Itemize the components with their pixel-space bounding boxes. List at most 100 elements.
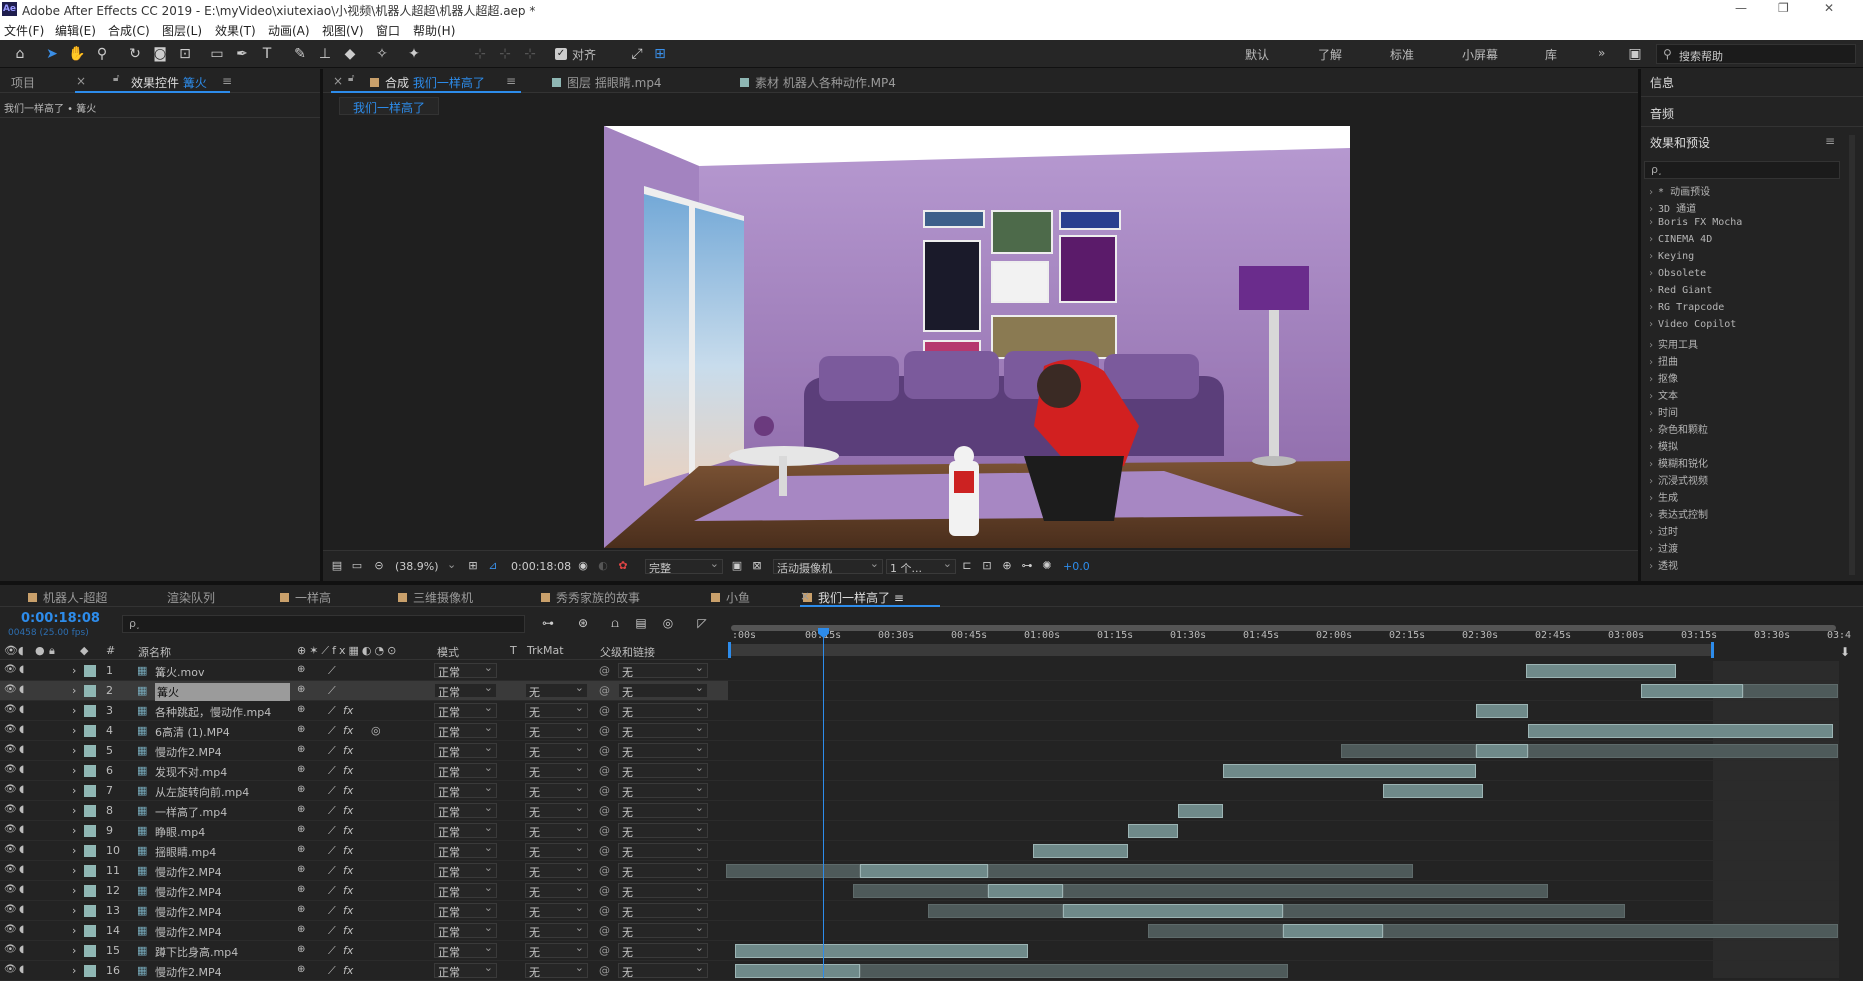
snap-option-icon[interactable]: ⤢ bbox=[627, 44, 647, 64]
layer-duration-bar[interactable] bbox=[860, 964, 1288, 978]
pick-whip-icon[interactable]: @ bbox=[599, 684, 610, 697]
timeline-track[interactable] bbox=[726, 861, 1839, 881]
collapse-switch-icon[interactable]: ⊕ bbox=[297, 764, 305, 775]
quality-switch-icon[interactable]: ⟋ bbox=[328, 944, 336, 958]
rectangle-tool-icon[interactable]: ▭ bbox=[207, 44, 227, 64]
quality-switch-icon[interactable]: ⟋ bbox=[328, 704, 336, 718]
layer-duration-bar[interactable] bbox=[988, 884, 1063, 898]
blend-mode-dropdown[interactable]: 正常 bbox=[434, 881, 497, 899]
brush-tool-icon[interactable]: ✎ bbox=[290, 44, 310, 64]
timeline-track[interactable] bbox=[728, 681, 1839, 701]
parent-dropdown[interactable]: 无 bbox=[618, 821, 708, 839]
draft-3d-icon[interactable]: ⊛ bbox=[573, 613, 593, 633]
effects-switch-icon[interactable]: fx bbox=[343, 844, 353, 857]
effects-category-item[interactable]: › Video Copilot bbox=[1648, 319, 1736, 330]
layer-name[interactable]: 慢动作2.MP4 bbox=[155, 744, 222, 760]
axis-view-icon[interactable]: ⊹ bbox=[520, 44, 540, 64]
timeline-tab[interactable]: 我们一样高了 ≡ bbox=[803, 589, 904, 606]
time-ruler[interactable]: :00s00:15s00:30s00:45s01:00s01:15s01:30s… bbox=[728, 622, 1851, 660]
rotate-tool-icon[interactable]: ↻ bbox=[125, 44, 145, 64]
show-snapshot-icon[interactable]: ◐ bbox=[593, 556, 613, 576]
selection-tool-icon[interactable]: ➤ bbox=[42, 44, 62, 64]
menu-animation[interactable]: 动画(A) bbox=[268, 22, 310, 39]
effects-category-item[interactable]: › Obsolete bbox=[1648, 268, 1706, 279]
collapse-switch-icon[interactable]: ⊕ bbox=[297, 784, 305, 795]
trkmat-dropdown[interactable]: 无 bbox=[525, 901, 588, 919]
effects-category-item[interactable]: › 过时 bbox=[1648, 523, 1678, 538]
layer-duration-bar[interactable] bbox=[1178, 804, 1223, 818]
quality-switch-icon[interactable]: ⟋ bbox=[328, 784, 336, 798]
table-row[interactable]: 👁︎◖ › 5 ▦ 慢动作2.MP4 ⊕ ⟋ fx 正常 无 @ 无 bbox=[0, 741, 728, 761]
mode-header[interactable]: 模式 bbox=[437, 644, 459, 660]
table-row[interactable]: 👁︎◖ › 14 ▦ 慢动作2.MP4 ⊕ ⟋ fx 正常 无 @ 无 bbox=[0, 921, 728, 941]
trkmat-dropdown[interactable]: 无 bbox=[525, 681, 588, 699]
flowchart-icon[interactable]: ⊶ bbox=[1017, 556, 1037, 576]
effects-category-item[interactable]: › CINEMA 4D bbox=[1648, 234, 1712, 245]
region-of-interest-icon[interactable]: ⊿ bbox=[483, 556, 503, 576]
puppet-tool-icon[interactable]: ✦ bbox=[404, 44, 424, 64]
timeline-track[interactable] bbox=[728, 901, 1839, 921]
visibility-eye-icon[interactable]: 👁︎ bbox=[4, 704, 17, 715]
audio-toggle-icon[interactable]: ◖ bbox=[19, 804, 24, 815]
workspace-overflow[interactable]: » bbox=[1598, 46, 1605, 60]
lock-icon[interactable]: 🔓︎ bbox=[113, 73, 119, 84]
timeline-track[interactable] bbox=[728, 961, 1839, 981]
parent-dropdown[interactable]: 无 bbox=[618, 681, 708, 699]
work-area-start-handle[interactable] bbox=[728, 642, 731, 658]
parent-dropdown[interactable]: 无 bbox=[618, 701, 708, 719]
expand-chevron-icon[interactable]: › bbox=[72, 664, 76, 677]
quality-switch-icon[interactable]: ⟋ bbox=[328, 684, 336, 698]
effects-category-item[interactable]: › 模拟 bbox=[1648, 438, 1678, 453]
expand-chevron-icon[interactable]: › bbox=[72, 964, 76, 977]
chevron-down-icon[interactable]: ⌄ bbox=[447, 558, 456, 571]
menu-view[interactable]: 视图(V) bbox=[322, 22, 364, 39]
layer-duration-bar[interactable] bbox=[1476, 704, 1528, 718]
effects-switch-icon[interactable]: fx bbox=[343, 904, 353, 917]
motion-blur-icon[interactable]: ◎ bbox=[658, 613, 678, 633]
label-color-swatch[interactable] bbox=[84, 725, 96, 737]
audio-toggle-icon[interactable]: ◖ bbox=[19, 744, 24, 755]
parent-dropdown[interactable]: 无 bbox=[618, 961, 708, 979]
layer-duration-bar[interactable] bbox=[1528, 724, 1833, 738]
workspace-libraries[interactable]: 库 bbox=[1545, 46, 1557, 63]
pick-whip-icon[interactable]: @ bbox=[599, 844, 610, 857]
roto-brush-tool-icon[interactable]: ✧ bbox=[372, 44, 392, 64]
panel-menu-icon[interactable]: ≡ bbox=[890, 591, 904, 605]
effects-category-item[interactable]: › 扭曲 bbox=[1648, 353, 1678, 368]
composition-viewer[interactable] bbox=[604, 126, 1350, 548]
camera-dropdown[interactable]: 活动摄像机 bbox=[773, 557, 883, 575]
collapse-switch-icon[interactable]: ⊕ bbox=[297, 724, 305, 735]
shy-layers-icon[interactable]: ⩍ bbox=[605, 613, 625, 633]
layer-duration-bar[interactable] bbox=[988, 864, 1413, 878]
collapse-switch-icon[interactable]: ⊕ bbox=[297, 884, 305, 895]
timeline-track[interactable] bbox=[728, 841, 1839, 861]
audio-toggle-icon[interactable]: ◖ bbox=[19, 724, 24, 735]
effects-category-item[interactable]: › Keying bbox=[1648, 251, 1694, 262]
quality-switch-icon[interactable]: ⟋ bbox=[328, 844, 336, 858]
timeline-tab[interactable]: 一样高 bbox=[280, 589, 331, 606]
label-color-swatch[interactable] bbox=[84, 745, 96, 757]
workspace-small-screen[interactable]: 小屏幕 bbox=[1462, 46, 1498, 63]
timeline-tab[interactable]: 渲染队列 bbox=[167, 589, 215, 606]
visibility-eye-icon[interactable]: 👁︎ bbox=[4, 744, 17, 755]
collapse-switch-icon[interactable]: ⊕ bbox=[297, 864, 305, 875]
parent-dropdown[interactable]: 无 bbox=[618, 861, 708, 879]
graph-editor-icon[interactable]: ◸ bbox=[692, 613, 712, 633]
visibility-eye-icon[interactable]: 👁︎ bbox=[4, 784, 17, 795]
pick-whip-icon[interactable]: @ bbox=[599, 924, 610, 937]
effects-category-item[interactable]: › 沉浸式视频 bbox=[1648, 472, 1708, 487]
pick-whip-icon[interactable]: @ bbox=[599, 784, 610, 797]
parent-dropdown[interactable]: 无 bbox=[618, 661, 708, 679]
home-icon[interactable]: ⌂ bbox=[10, 44, 30, 64]
help-search-field[interactable]: ⚲ 搜索帮助 bbox=[1656, 44, 1856, 64]
effects-switch-icon[interactable]: fx bbox=[343, 784, 353, 797]
axis-world-icon[interactable]: ⊹ bbox=[495, 44, 515, 64]
effects-switch-icon[interactable]: fx bbox=[343, 744, 353, 757]
visibility-eye-icon[interactable]: 👁︎ bbox=[4, 904, 17, 915]
trkmat-dropdown[interactable]: 无 bbox=[525, 881, 588, 899]
effects-category-item[interactable]: › 模糊和锐化 bbox=[1648, 455, 1708, 470]
pen-tool-icon[interactable]: ✒ bbox=[232, 44, 252, 64]
effects-switch-icon[interactable]: fx bbox=[343, 724, 353, 737]
layer-name[interactable]: 篝火 bbox=[155, 683, 290, 701]
table-row[interactable]: 👁︎◖ › 15 ▦ 蹲下比身高.mp4 ⊕ ⟋ fx 正常 无 @ 无 bbox=[0, 941, 728, 961]
